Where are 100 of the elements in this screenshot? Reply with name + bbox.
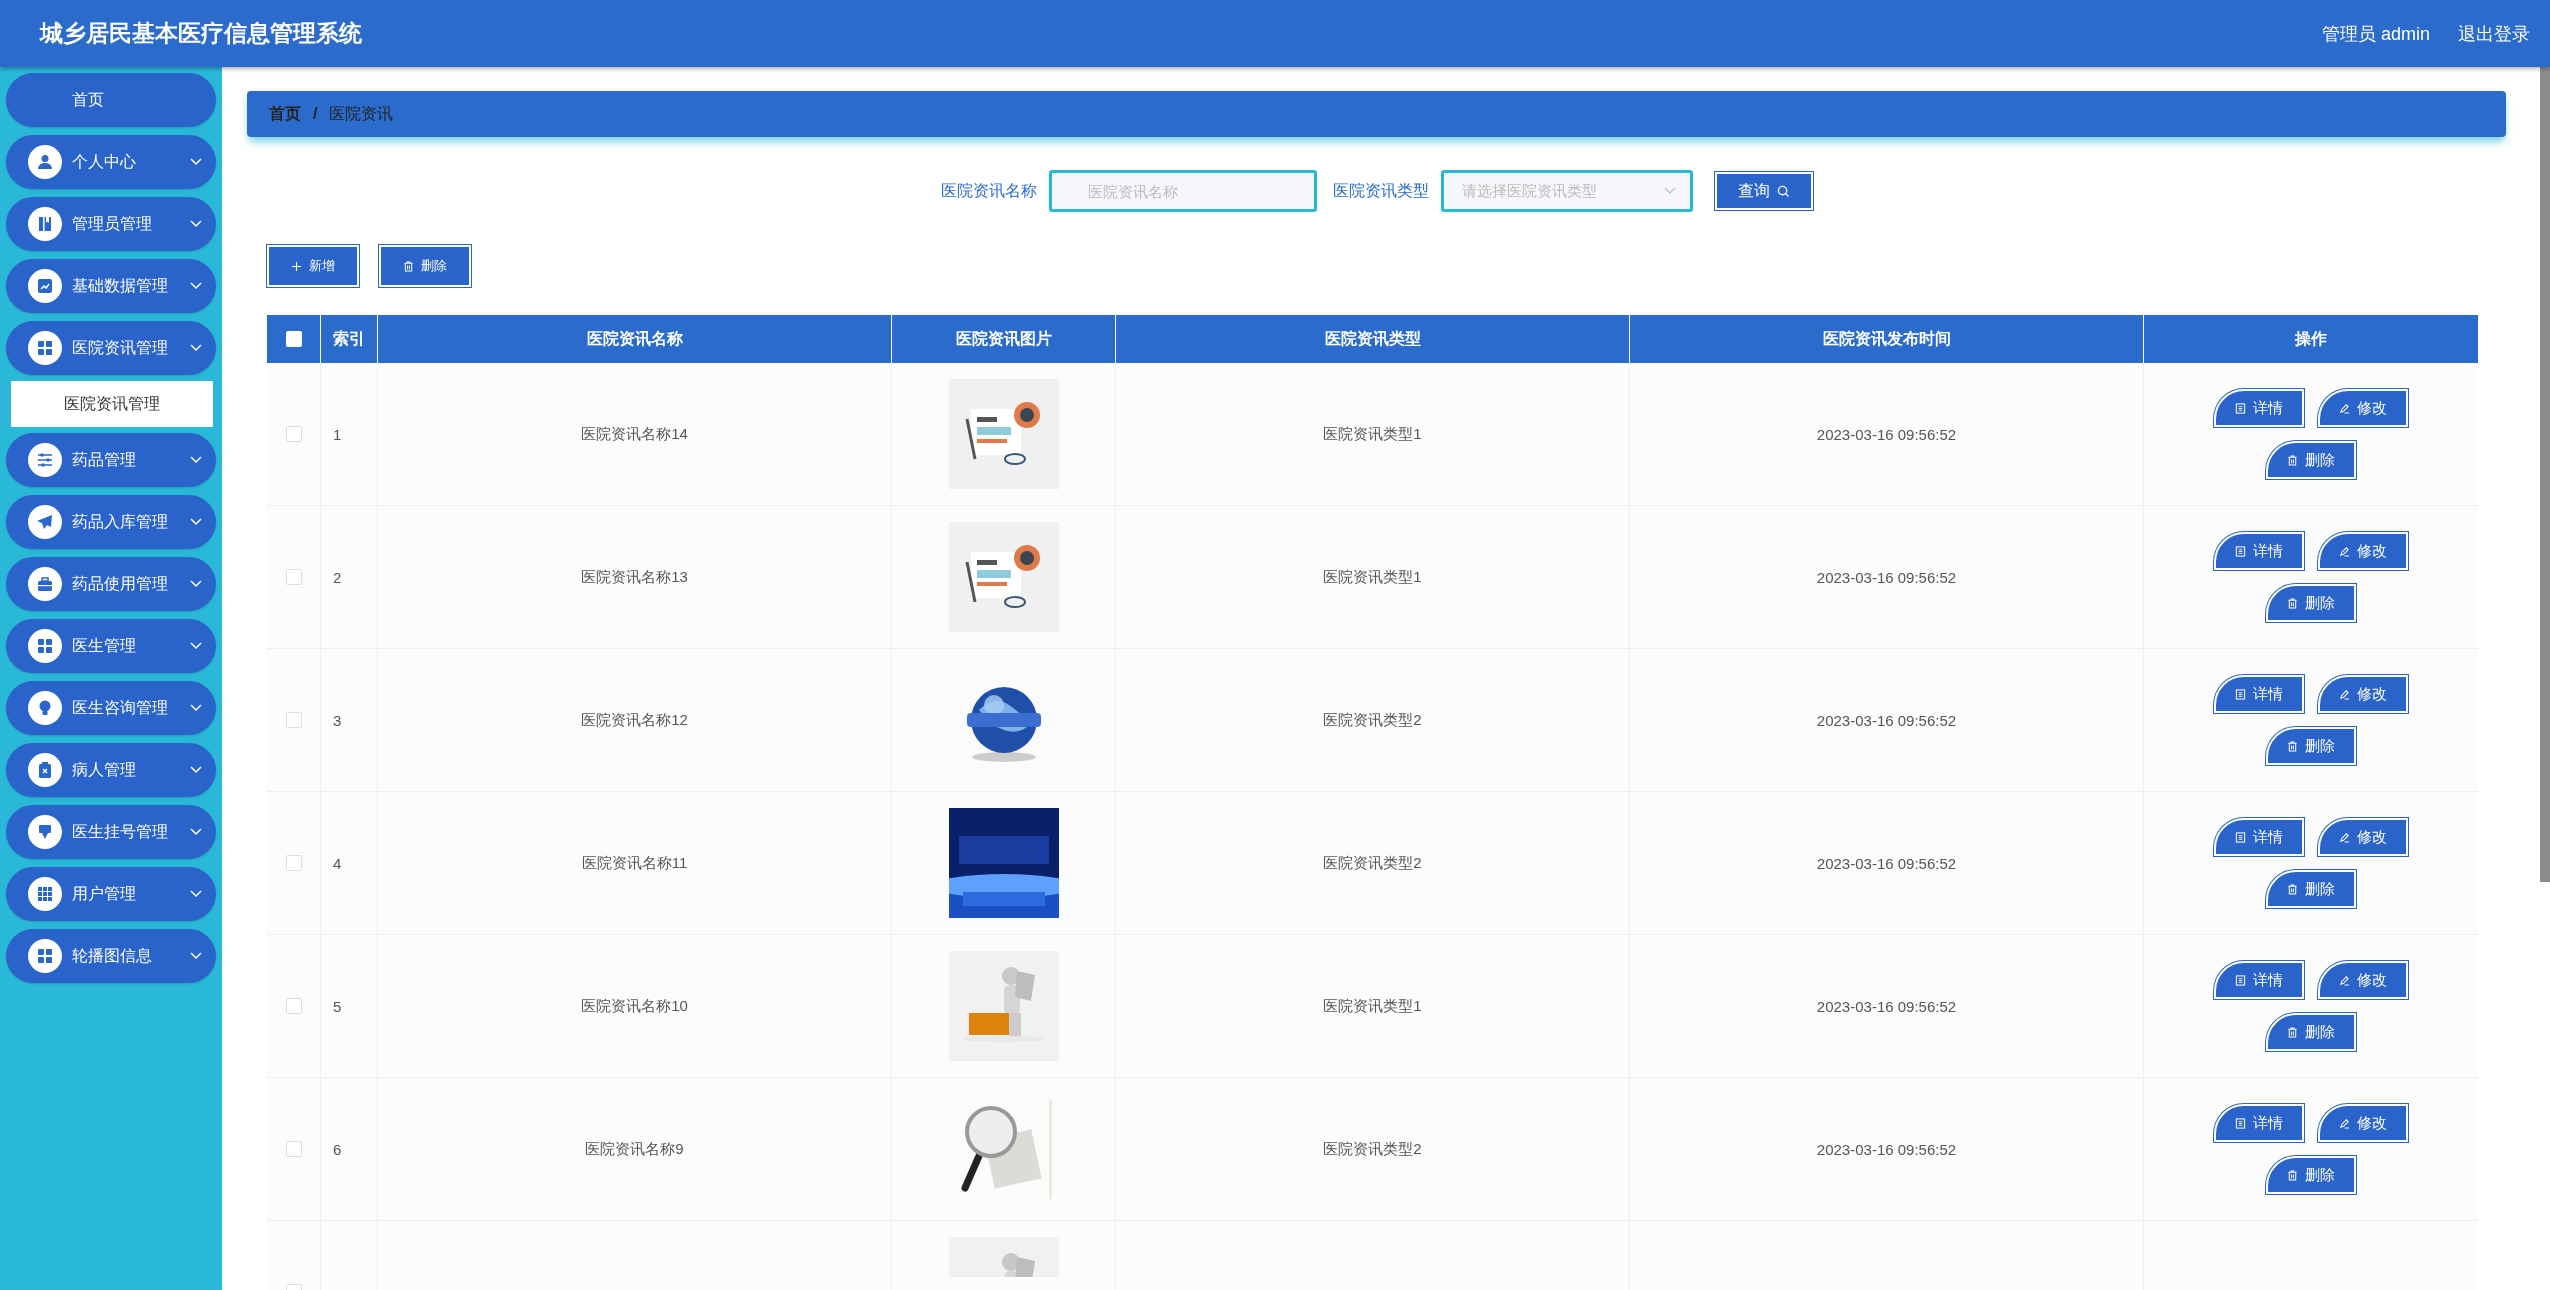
- menu-label: 药品使用管理: [72, 573, 169, 594]
- document-icon: [2235, 974, 2246, 986]
- date-text: 2023-03-16 09:56:52: [1816, 997, 1957, 1015]
- scrollbar[interactable]: [2540, 67, 2550, 882]
- sidebar-item[interactable]: 医生咨询管理: [6, 681, 216, 735]
- edit-button[interactable]: 修改: [2318, 675, 2408, 713]
- clip-icon: [28, 753, 62, 787]
- menu-label: 管理员管理: [72, 213, 153, 234]
- edit-button[interactable]: 修改: [2318, 1104, 2408, 1142]
- edit-button[interactable]: 修改: [2318, 818, 2408, 856]
- grid-icon: [28, 939, 62, 973]
- menu-label: 药品管理: [72, 449, 137, 470]
- select-all-checkbox[interactable]: [285, 331, 302, 347]
- menu-label: 医生管理: [72, 635, 137, 656]
- table-cell: 医院资讯类型2: [1323, 1139, 1422, 1159]
- menu-label: 医院资讯管理: [72, 337, 169, 358]
- chart-icon: [28, 269, 62, 303]
- search-button[interactable]: 查询: [1714, 172, 1813, 210]
- row-checkbox[interactable]: [285, 569, 302, 585]
- plus-icon: [291, 260, 302, 272]
- index-text: 2: [333, 568, 342, 586]
- delete-button[interactable]: 删除: [2266, 870, 2356, 908]
- detail-button[interactable]: 详情: [2214, 818, 2304, 856]
- detail-button[interactable]: 详情: [2214, 675, 2304, 713]
- submenu-item[interactable]: 医院资讯管理: [11, 381, 213, 427]
- detail-button[interactable]: 详情: [2214, 961, 2304, 999]
- user-label: 管理员 admin: [2321, 22, 2430, 46]
- chevron-icon: [190, 704, 202, 712]
- add-button[interactable]: 新增: [267, 245, 359, 287]
- logout-link[interactable]: 退出登录: [2458, 21, 2530, 46]
- grid9-icon: [28, 877, 62, 911]
- chevron-icon: [1663, 187, 1676, 195]
- sidebar-item[interactable]: 管理员管理: [6, 197, 216, 251]
- edit-button[interactable]: 修改: [2318, 532, 2408, 570]
- menu-label: 用户管理: [72, 883, 137, 904]
- sidebar-item[interactable]: 医院资讯管理: [6, 321, 216, 375]
- row-checkbox[interactable]: [285, 426, 302, 442]
- trash-icon: [2287, 597, 2298, 609]
- sidebar-item[interactable]: 医生管理: [6, 619, 216, 673]
- row-checkbox[interactable]: [285, 1141, 302, 1157]
- table-cell: 医院资讯名称12: [581, 710, 688, 730]
- pencil-icon: [2339, 1117, 2350, 1129]
- chevron-icon: [190, 580, 202, 588]
- grid-icon: [28, 629, 62, 663]
- edit-button[interactable]: 修改: [2318, 961, 2408, 999]
- detail-button[interactable]: 详情: [2214, 532, 2304, 570]
- date-text: 2023-03-16 09:56:52: [1816, 854, 1957, 872]
- sidebar-item[interactable]: 个人中心: [6, 135, 216, 189]
- delete-button[interactable]: 删除: [2266, 584, 2356, 622]
- sidebar-item[interactable]: 首页: [6, 73, 216, 127]
- index-text: 6: [333, 1140, 342, 1158]
- date-text: 2023-03-16 09:56:52: [1816, 425, 1957, 443]
- breadcrumb-item[interactable]: 首页: [269, 103, 301, 125]
- chevron-icon: [190, 828, 202, 836]
- sidebar-item[interactable]: 基础数据管理: [6, 259, 216, 313]
- pencil-icon: [2339, 974, 2350, 986]
- row-checkbox[interactable]: [285, 712, 302, 728]
- detail-button[interactable]: 详情: [2214, 389, 2304, 427]
- date-text: 2023-03-16 09:56:52: [1816, 711, 1957, 729]
- sidebar-item[interactable]: 病人管理: [6, 743, 216, 797]
- chevron-icon: [190, 344, 202, 352]
- delete-button[interactable]: 删除: [2266, 1013, 2356, 1051]
- sidebar-item[interactable]: 药品使用管理: [6, 557, 216, 611]
- table-cell: 医院资讯名称10: [581, 996, 688, 1016]
- row-checkbox[interactable]: [285, 998, 302, 1014]
- sidebar-item[interactable]: 医生挂号管理: [6, 805, 216, 859]
- trash-icon: [403, 260, 414, 272]
- chevron-icon: [190, 220, 202, 228]
- delete-button[interactable]: 删除: [379, 245, 471, 287]
- chevron-icon: [190, 952, 202, 960]
- table-cell: 医院资讯类型1: [1323, 567, 1422, 587]
- sidebar-item[interactable]: 轮播图信息: [6, 929, 216, 983]
- sidebar-item[interactable]: 药品管理: [6, 433, 216, 487]
- delete-button[interactable]: 删除: [2266, 1156, 2356, 1194]
- field-label: 医院资讯名称: [940, 180, 1037, 201]
- pin-icon: [28, 815, 62, 849]
- date-text: 2023-03-16 09:56:52: [1816, 1140, 1957, 1158]
- table-cell: 医院资讯类型1: [1323, 996, 1422, 1016]
- edit-button[interactable]: 修改: [2318, 389, 2408, 427]
- detail-button[interactable]: 详情: [2214, 1104, 2304, 1142]
- pencil-icon: [2339, 402, 2350, 414]
- menu-label: 基础数据管理: [72, 275, 169, 296]
- index-text: 5: [333, 997, 342, 1015]
- sidebar-item[interactable]: 用户管理: [6, 867, 216, 921]
- delete-button[interactable]: 删除: [2266, 727, 2356, 765]
- delete-button[interactable]: 删除: [2266, 441, 2356, 479]
- table-cell: 医院资讯名称9: [585, 1139, 684, 1159]
- breadcrumb-item: 医院资讯: [329, 103, 394, 124]
- table-cell: 医院资讯类型2: [1323, 710, 1422, 730]
- field-label: 医院资讯类型: [1332, 180, 1429, 201]
- case-icon: [28, 567, 62, 601]
- document-icon: [2235, 402, 2246, 414]
- chevron-icon: [190, 282, 202, 290]
- document-icon: [2235, 545, 2246, 557]
- breadcrumb-separator: /: [313, 105, 318, 123]
- bulb-icon: [28, 691, 62, 725]
- menu-label: 轮播图信息: [72, 945, 153, 966]
- row-checkbox[interactable]: [285, 855, 302, 871]
- search-field[interactable]: 医院资讯名称: [1048, 170, 1317, 212]
- sidebar-item[interactable]: 药品入库管理: [6, 495, 216, 549]
